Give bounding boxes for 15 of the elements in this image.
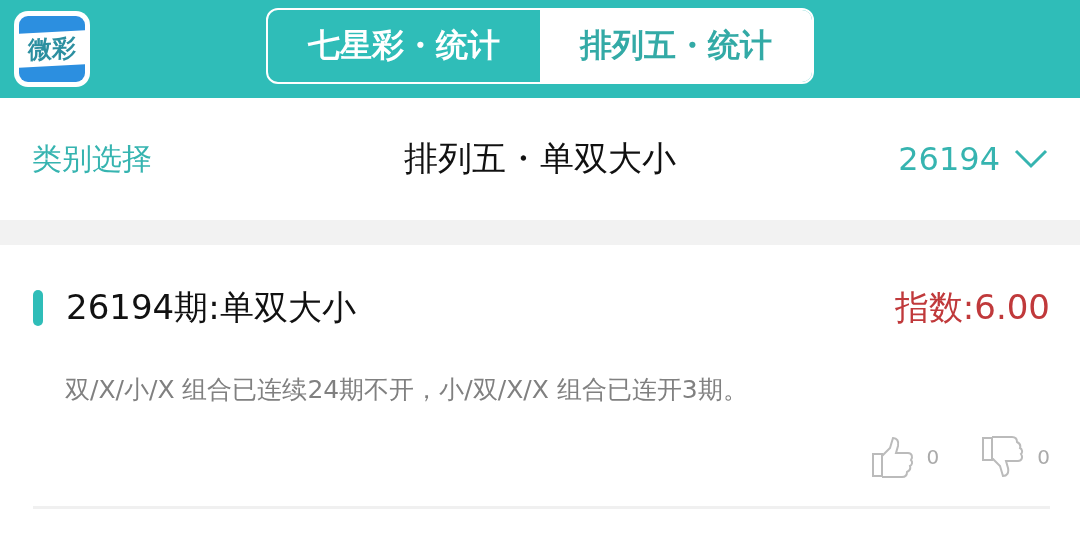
card-title: 26194期:单双大小 [66, 286, 357, 329]
page-title: 排列五・单双大小 [404, 138, 676, 178]
thumbs-down-icon[interactable] [981, 436, 1026, 478]
dislike-count: 0 [1037, 445, 1050, 469]
accent-bar [33, 290, 43, 326]
index-value: 指数:6.00 [894, 286, 1050, 329]
description: 双/X/小/X 组合已连续24期不开，小/双/X/X 组合已连开3期。 [65, 374, 749, 406]
app-logo: 微彩 [14, 11, 90, 87]
tab[interactable]: 七星彩・统计 [268, 10, 540, 82]
thumbs-up-icon[interactable] [870, 436, 915, 478]
like-count: 0 [926, 445, 940, 469]
category-link[interactable]: 类别选择 [32, 138, 152, 180]
chevron-down-icon [1014, 149, 1048, 169]
tab[interactable]: 排列五・统计 [540, 10, 812, 82]
period-dropdown[interactable]: 26194 [898, 140, 1048, 178]
